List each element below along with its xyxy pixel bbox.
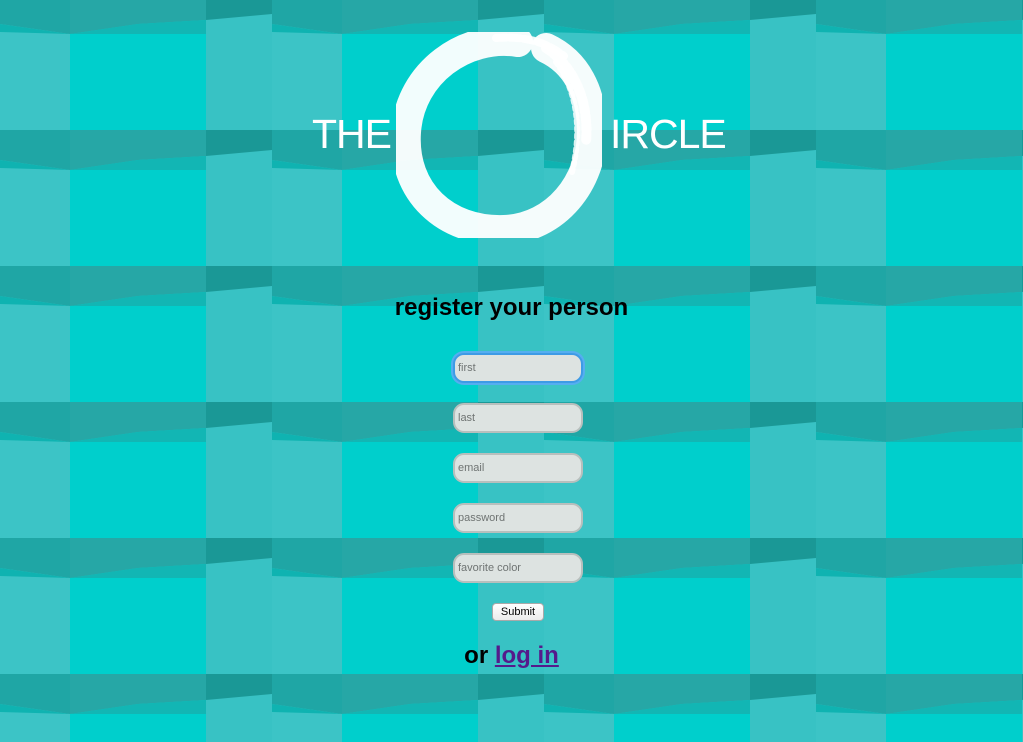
logo-text-the: THE xyxy=(312,111,392,157)
page: THE IRCLE register your person Submit or… xyxy=(0,0,1023,742)
favorite-color-input[interactable] xyxy=(453,553,583,583)
submit-button[interactable]: Submit xyxy=(492,603,544,621)
first-name-input[interactable] xyxy=(453,353,583,383)
logo: THE IRCLE xyxy=(0,0,1023,260)
login-link[interactable]: log in xyxy=(495,642,559,669)
logo-text-ircle: IRCLE xyxy=(610,111,727,157)
email-input[interactable] xyxy=(453,453,583,483)
login-prefix: or xyxy=(464,642,489,669)
login-prompt: or log in xyxy=(0,641,1023,671)
last-name-input[interactable] xyxy=(453,403,583,433)
register-heading: register your person xyxy=(394,294,629,321)
enso-circle-icon xyxy=(396,32,602,238)
password-input[interactable] xyxy=(453,503,583,533)
